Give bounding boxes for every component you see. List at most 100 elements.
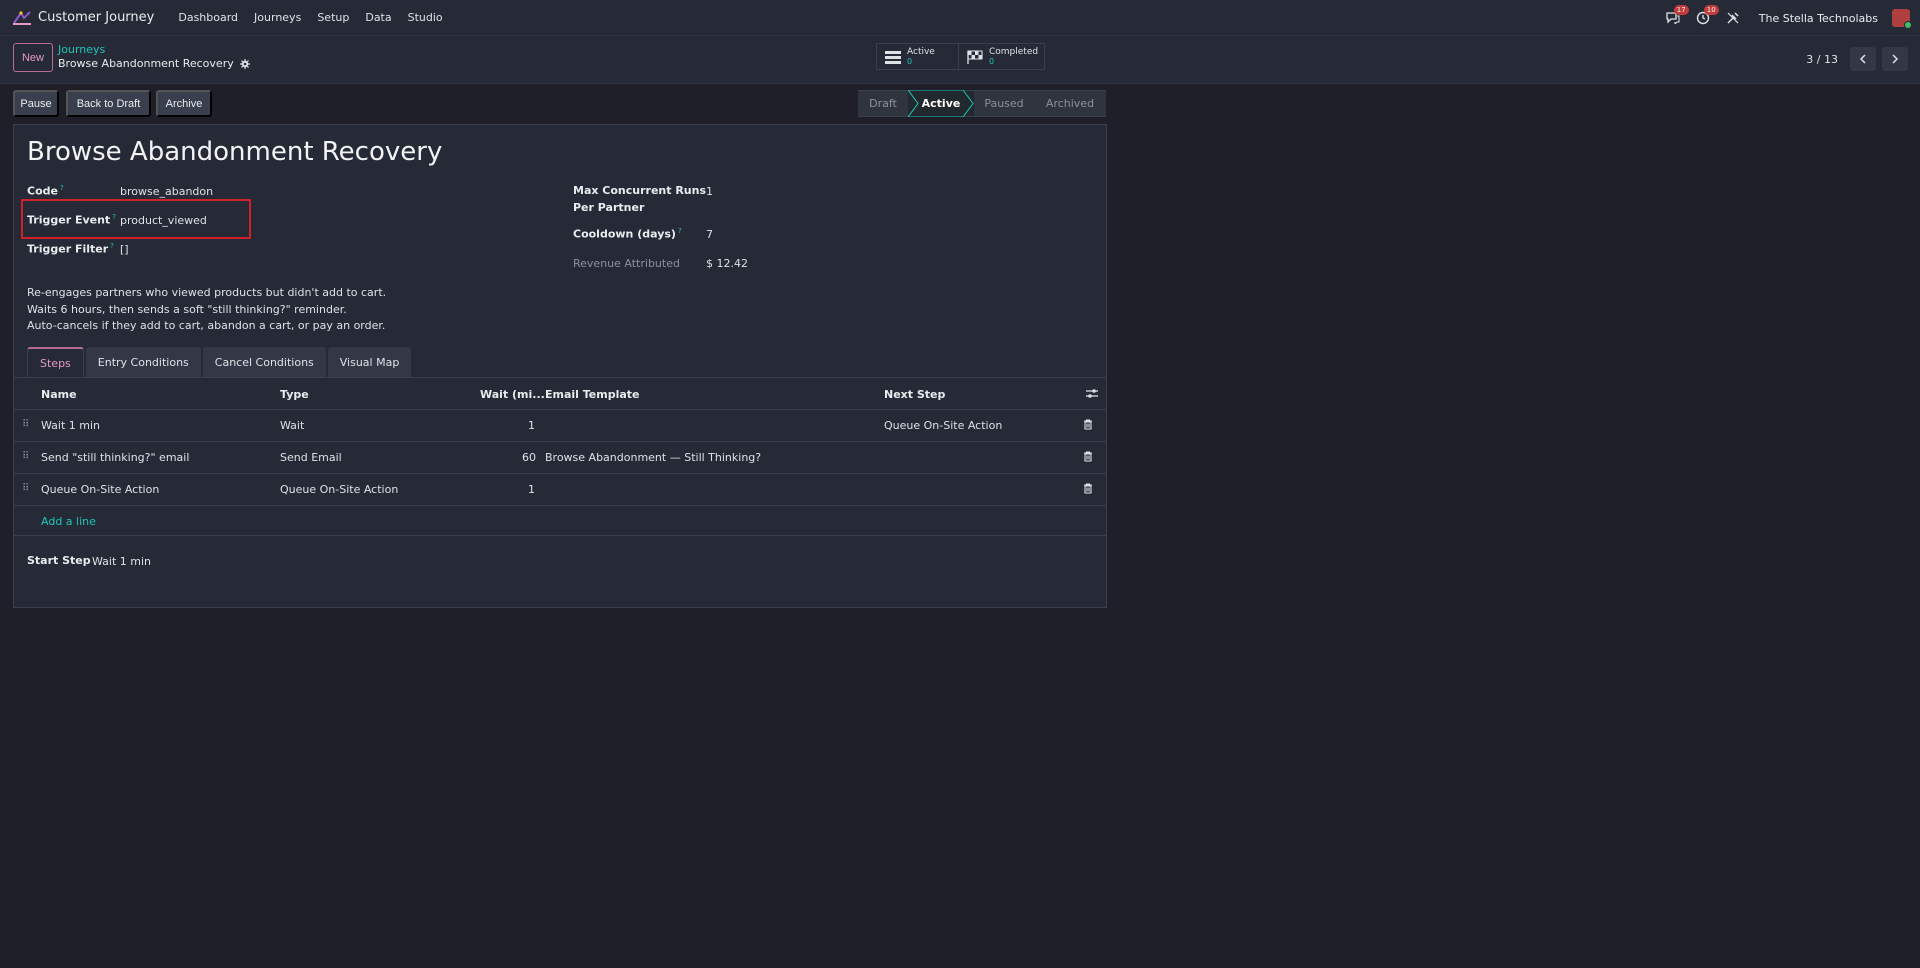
row-type[interactable]: Wait	[280, 419, 304, 432]
cooldown-field[interactable]: 7	[706, 228, 713, 241]
table-row[interactable]: ⠿ Wait 1 min Wait 1 Queue On-Site Action	[14, 410, 1106, 442]
control-panel: New Journeys Browse Abandonment Recovery…	[0, 36, 1920, 84]
row-wait[interactable]: 60	[522, 451, 536, 464]
menu-dashboard[interactable]: Dashboard	[170, 0, 246, 36]
help-icon[interactable]: ?	[110, 242, 114, 250]
gear-icon[interactable]	[239, 58, 250, 69]
drag-handle-icon[interactable]: ⠿	[22, 451, 30, 463]
row-type[interactable]: Queue On-Site Action	[280, 483, 398, 496]
drag-handle-icon[interactable]: ⠿	[22, 419, 30, 431]
tab-steps[interactable]: Steps	[27, 347, 84, 377]
description-line: Auto-cancels if they add to cart, abando…	[27, 319, 386, 332]
trigger-filter-field[interactable]: []	[120, 243, 129, 256]
stage-paused[interactable]: Paused	[974, 90, 1034, 117]
steps-table: Name Type Wait (mi... Email Template Nex…	[14, 378, 1106, 536]
table-row[interactable]: ⠿ Queue On-Site Action Queue On-Site Act…	[14, 474, 1106, 506]
stage-draft[interactable]: Draft	[858, 90, 908, 117]
top-navbar: Customer Journey Dashboard Journeys Setu…	[0, 0, 1920, 36]
col-next-step[interactable]: Next Step	[884, 388, 945, 401]
completed-runs-label: Completed	[989, 46, 1039, 57]
list-icon	[885, 50, 901, 64]
smart-buttons: Active 0 Completed 0	[876, 43, 1045, 70]
col-name[interactable]: Name	[41, 388, 77, 401]
menu-studio[interactable]: Studio	[400, 0, 451, 36]
help-icon[interactable]: ?	[678, 227, 682, 235]
completed-runs-button[interactable]: Completed 0	[959, 43, 1045, 70]
max-runs-label: Max Concurrent Runs	[573, 184, 707, 197]
status-bar: Draft Active Paused Archived	[858, 90, 1106, 117]
chevron-left-icon	[1859, 54, 1866, 64]
revenue-label: Revenue Attributed	[573, 257, 680, 270]
table-header: Name Type Wait (mi... Email Template Nex…	[14, 378, 1106, 410]
revenue-value: $ 12.42	[706, 257, 748, 270]
help-icon[interactable]: ?	[60, 184, 64, 192]
trigger-event-field[interactable]: product_viewed	[120, 214, 207, 227]
trigger-filter-label: Trigger Filter?	[27, 242, 114, 256]
start-step-field[interactable]: Wait 1 min	[92, 555, 151, 568]
stage-paused-label: Paused	[984, 97, 1024, 110]
chevron-right-icon	[1892, 54, 1899, 64]
tab-entry-conditions[interactable]: Entry Conditions	[85, 347, 201, 377]
active-runs-value: 0	[907, 56, 913, 66]
journey-description[interactable]: Re-engages partners who viewed products …	[27, 285, 386, 335]
add-line-row: Add a line	[14, 506, 1106, 536]
help-icon[interactable]: ?	[112, 213, 116, 221]
stage-archived-label: Archived	[1045, 97, 1095, 110]
company-switcher[interactable]: The Stella Technolabs	[1759, 12, 1878, 25]
journey-title[interactable]: Browse Abandonment Recovery	[27, 137, 442, 167]
stage-archived[interactable]: Archived	[1034, 90, 1106, 117]
archive-button[interactable]: Archive	[156, 90, 212, 117]
record-pager: 3 / 13	[1806, 47, 1908, 71]
trash-icon[interactable]	[1083, 419, 1093, 430]
menu-setup[interactable]: Setup	[309, 0, 357, 36]
breadcrumb-current-label: Browse Abandonment Recovery	[58, 57, 234, 70]
drag-handle-icon[interactable]: ⠿	[22, 483, 30, 495]
notebook-tabs: Steps Entry Conditions Cancel Conditions…	[27, 347, 412, 377]
row-template[interactable]: Browse Abandonment — Still Thinking?	[545, 451, 761, 464]
debug-tools-icon[interactable]	[1725, 10, 1741, 26]
pager-value[interactable]: 3 / 13	[1806, 53, 1838, 66]
row-name[interactable]: Send "still thinking?" email	[41, 451, 189, 464]
column-settings-icon[interactable]	[1086, 388, 1098, 399]
trash-icon[interactable]	[1083, 483, 1093, 494]
stage-active-label: Active	[921, 97, 961, 110]
row-wait[interactable]: 1	[528, 419, 535, 432]
pager-next-button[interactable]	[1882, 47, 1908, 71]
stage-draft-label: Draft	[869, 97, 897, 110]
app-name[interactable]: Customer Journey	[38, 10, 154, 25]
row-wait[interactable]: 1	[528, 483, 535, 496]
menu-data[interactable]: Data	[357, 0, 399, 36]
description-line: Waits 6 hours, then sends a soft "still …	[27, 302, 347, 316]
col-type[interactable]: Type	[280, 388, 309, 401]
menu-journeys[interactable]: Journeys	[246, 0, 309, 36]
trash-icon[interactable]	[1083, 451, 1093, 462]
row-name[interactable]: Queue On-Site Action	[41, 483, 159, 496]
checkered-flag-icon	[967, 49, 983, 64]
tab-cancel-conditions[interactable]: Cancel Conditions	[202, 347, 326, 377]
active-runs-button[interactable]: Active 0	[876, 43, 959, 70]
stage-active[interactable]: Active	[908, 90, 974, 117]
back-to-draft-button[interactable]: Back to Draft	[66, 90, 151, 117]
pause-button[interactable]: Pause	[13, 90, 59, 117]
new-button[interactable]: New	[13, 43, 53, 72]
row-name[interactable]: Wait 1 min	[41, 419, 100, 432]
col-wait[interactable]: Wait (mi...	[480, 388, 545, 401]
max-runs-field[interactable]: 1	[706, 185, 713, 198]
row-next-step[interactable]: Queue On-Site Action	[884, 419, 1002, 432]
activities-clock-icon[interactable]: 10	[1695, 5, 1719, 26]
navbar-systray: 17 10 The Stella Technolabs	[1665, 0, 1912, 36]
code-label: Code?	[27, 184, 64, 198]
user-avatar[interactable]	[1892, 9, 1912, 29]
code-field[interactable]: browse_abandon	[120, 185, 213, 198]
tab-visual-map[interactable]: Visual Map	[327, 347, 412, 377]
cooldown-label: Cooldown (days)?	[573, 227, 682, 241]
row-type[interactable]: Send Email	[280, 451, 342, 464]
col-email-template[interactable]: Email Template	[545, 388, 640, 401]
description-line: Re-engages partners who viewed products …	[27, 286, 387, 299]
breadcrumb-journeys-link[interactable]: Journeys	[58, 43, 105, 56]
add-a-line-link[interactable]: Add a line	[41, 515, 96, 528]
pager-previous-button[interactable]	[1850, 47, 1876, 71]
messages-icon[interactable]: 17	[1665, 5, 1689, 26]
app-logo-icon[interactable]	[12, 10, 32, 26]
table-row[interactable]: ⠿ Send "still thinking?" email Send Emai…	[14, 442, 1106, 474]
